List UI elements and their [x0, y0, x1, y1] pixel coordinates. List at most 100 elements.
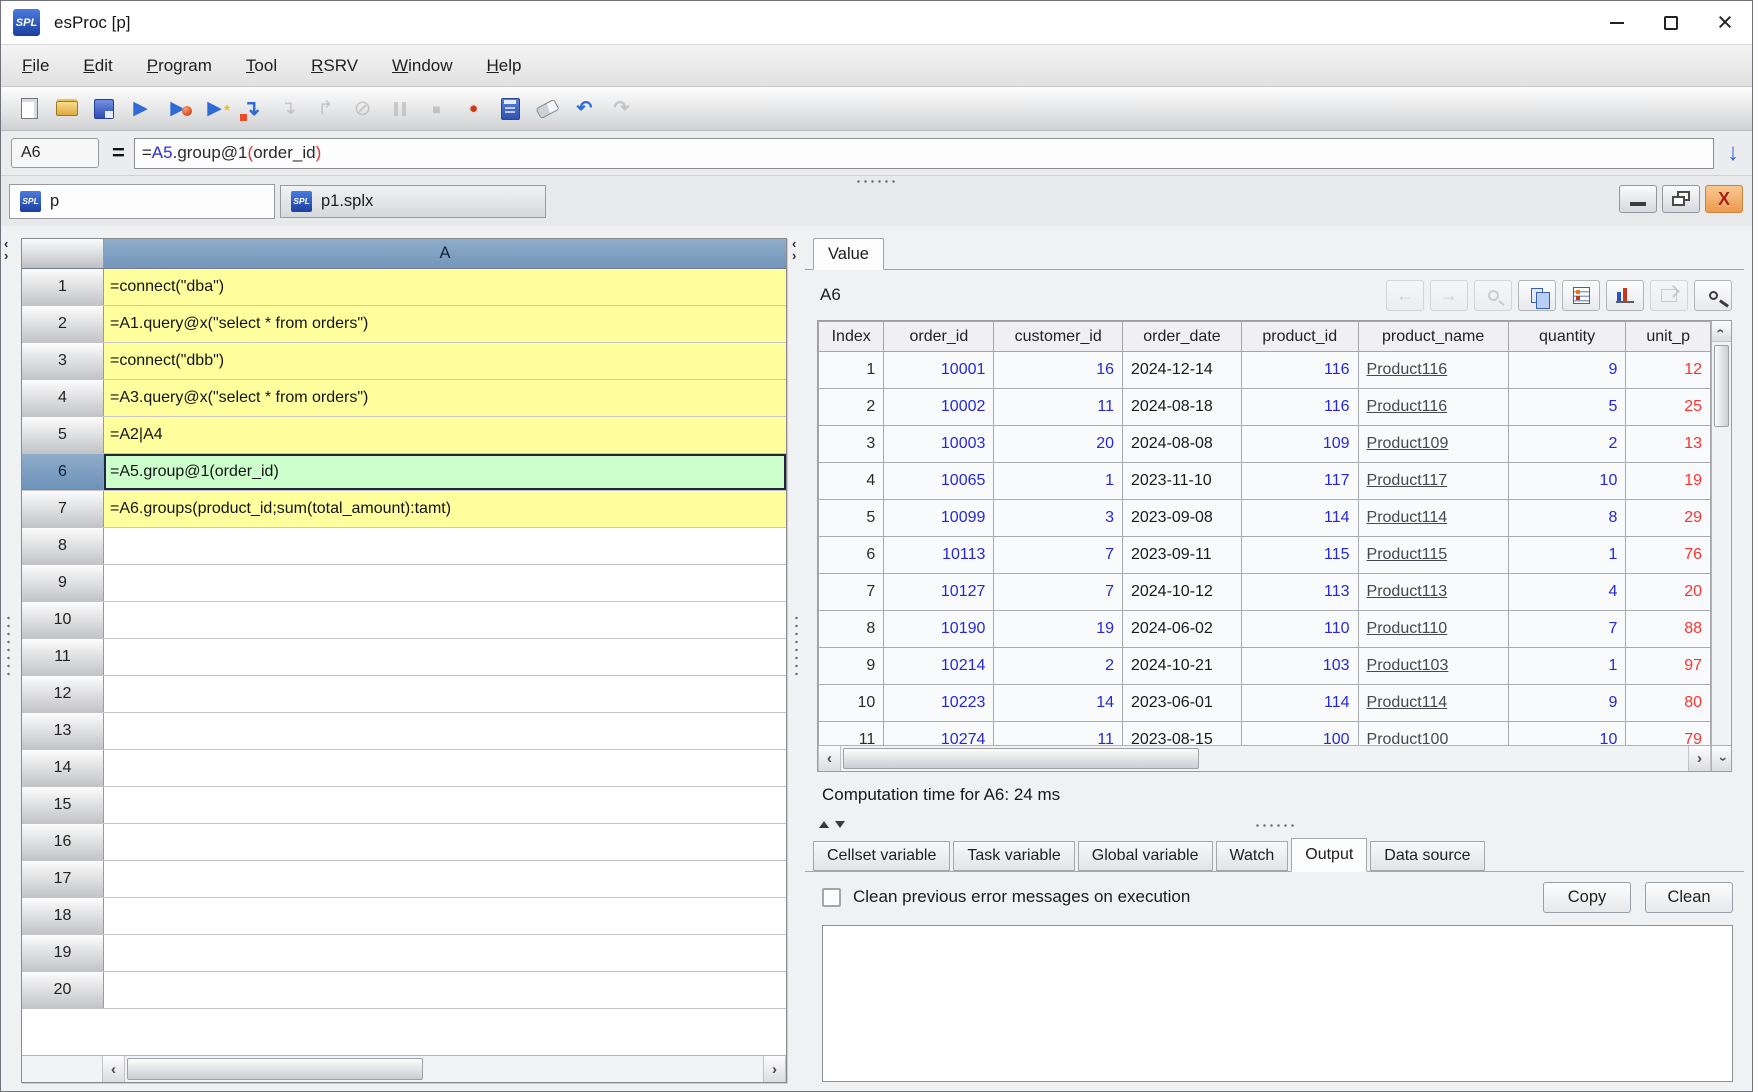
- execute-cell-icon[interactable]: ↴: [236, 93, 267, 124]
- expand-right-icon[interactable]: ›: [4, 250, 8, 262]
- chart-icon[interactable]: [1606, 280, 1644, 311]
- col-header-product_id[interactable]: product_id: [1241, 322, 1358, 352]
- tab-cellset-variable[interactable]: Cellset variable: [813, 841, 950, 871]
- row-header-19[interactable]: 19: [22, 935, 104, 971]
- value-cell-r8c6[interactable]: Product110: [1358, 611, 1508, 648]
- value-cell-r10c6[interactable]: Product114: [1358, 685, 1508, 722]
- cell-A18[interactable]: [104, 898, 786, 934]
- cell-A10[interactable]: [104, 602, 786, 638]
- cell-A9[interactable]: [104, 565, 786, 601]
- cell-A20[interactable]: [104, 972, 786, 1008]
- menu-rsrv[interactable]: RSRV: [294, 56, 375, 76]
- menu-help[interactable]: Help: [470, 56, 539, 76]
- splitter-handle-icon[interactable]: [6, 614, 11, 676]
- new-file-icon[interactable]: [14, 93, 45, 124]
- output-console[interactable]: [822, 925, 1733, 1082]
- copy-data-icon[interactable]: [1518, 280, 1556, 311]
- row-header-7[interactable]: 7: [22, 491, 104, 527]
- row-header-2[interactable]: 2: [22, 306, 104, 342]
- col-header-quantity[interactable]: quantity: [1508, 322, 1626, 352]
- cell-A12[interactable]: [104, 676, 786, 712]
- value-cell-r6c6[interactable]: Product115: [1358, 537, 1508, 574]
- editor-tab-p[interactable]: SPLp: [9, 184, 275, 219]
- menu-program[interactable]: Program: [130, 56, 229, 76]
- tab-output[interactable]: Output: [1291, 838, 1367, 872]
- row-header-4[interactable]: 4: [22, 380, 104, 416]
- row-header-11[interactable]: 11: [22, 639, 104, 675]
- undo-icon[interactable]: ↶: [569, 93, 600, 124]
- tab-task-variable[interactable]: Task variable: [953, 841, 1074, 871]
- value-cell-r4c6[interactable]: Product117: [1358, 463, 1508, 500]
- cell-A14[interactable]: [104, 750, 786, 786]
- cell-A13[interactable]: [104, 713, 786, 749]
- row-header-8[interactable]: 8: [22, 528, 104, 564]
- window-maximize-button[interactable]: [1644, 1, 1698, 44]
- middle-splitter-strip[interactable]: ‹›: [789, 226, 805, 1091]
- row-header-18[interactable]: 18: [22, 898, 104, 934]
- row-header-3[interactable]: 3: [22, 343, 104, 379]
- grid-horizontal-scrollbar[interactable]: ‹ ›: [22, 1055, 786, 1082]
- cell-A16[interactable]: [104, 824, 786, 860]
- cell-A3[interactable]: =connect("dbb"): [104, 343, 786, 379]
- expand-up-icon[interactable]: [819, 821, 829, 828]
- value-cell-r7c6[interactable]: Product113: [1358, 574, 1508, 611]
- column-header-A[interactable]: A: [104, 239, 786, 268]
- collapse-down-icon[interactable]: [835, 821, 845, 828]
- scroll-left-icon[interactable]: ‹: [818, 746, 841, 771]
- menu-window[interactable]: Window: [375, 56, 469, 76]
- clear-icon[interactable]: [532, 93, 563, 124]
- value-cell-r9c6[interactable]: Product103: [1358, 648, 1508, 685]
- cell-A6[interactable]: =A5.group@1(order_id): [104, 454, 786, 490]
- breakpoint-icon[interactable]: ●: [458, 93, 489, 124]
- row-header-15[interactable]: 15: [22, 787, 104, 823]
- cell-A7[interactable]: =A6.groups(product_id;sum(total_amount):…: [104, 491, 786, 527]
- value-cell-r1c6[interactable]: Product116: [1358, 352, 1508, 389]
- scroll-thumb[interactable]: [843, 748, 1199, 769]
- tab-global-variable[interactable]: Global variable: [1078, 841, 1213, 871]
- cell-A4[interactable]: =A3.query@x("select * from orders"): [104, 380, 786, 416]
- formula-input[interactable]: =A5.group@1(order_id): [134, 138, 1714, 169]
- execute-debug-icon[interactable]: ▶: [162, 93, 193, 124]
- step-execute-icon[interactable]: ▶*: [199, 93, 230, 124]
- options-icon[interactable]: [1562, 280, 1600, 311]
- cell-A15[interactable]: [104, 787, 786, 823]
- cell-A11[interactable]: [104, 639, 786, 675]
- tab-watch[interactable]: Watch: [1216, 841, 1289, 871]
- row-header-12[interactable]: 12: [22, 676, 104, 712]
- cell-A19[interactable]: [104, 935, 786, 971]
- value-cell-r5c6[interactable]: Product114: [1358, 500, 1508, 537]
- value-cell-r11c6[interactable]: Product100: [1358, 722, 1508, 746]
- tab-value[interactable]: Value: [813, 238, 884, 270]
- scroll-right-icon[interactable]: ›: [763, 1056, 786, 1082]
- row-header-14[interactable]: 14: [22, 750, 104, 786]
- row-header-20[interactable]: 20: [22, 972, 104, 1008]
- scroll-thumb[interactable]: [1714, 345, 1729, 427]
- menu-file[interactable]: File: [5, 56, 66, 76]
- editor-tab-p1.splx[interactable]: SPLp1.splx: [280, 185, 546, 218]
- execute-icon[interactable]: ▶: [125, 93, 156, 124]
- col-header-order_id[interactable]: order_id: [884, 322, 994, 352]
- row-header-13[interactable]: 13: [22, 713, 104, 749]
- scroll-up-icon[interactable]: ‹: [1712, 321, 1731, 342]
- open-file-icon[interactable]: [51, 93, 82, 124]
- pin-icon[interactable]: [1694, 280, 1732, 311]
- splitter-handle-icon[interactable]: [1254, 823, 1298, 828]
- cell-A17[interactable]: [104, 861, 786, 897]
- calculate-icon[interactable]: [495, 93, 526, 124]
- splitter-handle-icon[interactable]: [794, 614, 799, 676]
- cell-A8[interactable]: [104, 528, 786, 564]
- scroll-left-icon[interactable]: ‹: [102, 1056, 125, 1082]
- row-header-17[interactable]: 17: [22, 861, 104, 897]
- splitter-handle-icon[interactable]: [855, 179, 899, 184]
- col-header-order_date[interactable]: order_date: [1122, 322, 1241, 352]
- mdi-minimize-button[interactable]: [1619, 185, 1657, 213]
- window-minimize-button[interactable]: [1590, 1, 1644, 44]
- scroll-thumb[interactable]: [127, 1058, 423, 1080]
- col-header-customer_id[interactable]: customer_id: [994, 322, 1123, 352]
- col-header-product_name[interactable]: product_name: [1358, 322, 1508, 352]
- scroll-down-icon[interactable]: ‹: [1711, 745, 1731, 771]
- expand-formula-button[interactable]: ↓: [1714, 139, 1752, 167]
- cell-reference-input[interactable]: A6: [11, 138, 99, 168]
- bottom-splitter[interactable]: [805, 818, 1746, 836]
- value-cell-r3c6[interactable]: Product109: [1358, 426, 1508, 463]
